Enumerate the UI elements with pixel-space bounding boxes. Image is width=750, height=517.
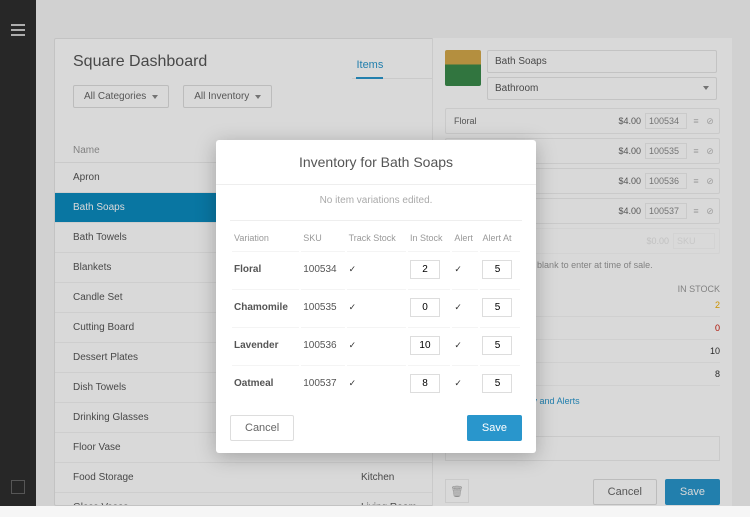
alert-checkbox[interactable]	[454, 264, 464, 274]
alert-at-input[interactable]	[482, 298, 512, 317]
track-stock-checkbox[interactable]	[349, 302, 359, 312]
col-alertat: Alert At	[480, 223, 520, 249]
in-stock-input[interactable]	[410, 336, 440, 355]
inventory-modal: Inventory for Bath Soaps No item variati…	[216, 140, 536, 453]
inventory-row: Chamomile100535	[232, 289, 520, 325]
col-sku: SKU	[301, 223, 344, 249]
inventory-row: Floral100534	[232, 251, 520, 287]
inventory-row: Oatmeal100537	[232, 365, 520, 401]
alert-checkbox[interactable]	[454, 378, 464, 388]
modal-subtitle: No item variations edited.	[230, 185, 522, 221]
track-stock-checkbox[interactable]	[349, 340, 359, 350]
col-alert: Alert	[452, 223, 478, 249]
alert-at-input[interactable]	[482, 260, 512, 279]
modal-save-button[interactable]: Save	[467, 415, 522, 441]
in-stock-input[interactable]	[410, 374, 440, 393]
alert-checkbox[interactable]	[454, 302, 464, 312]
track-stock-checkbox[interactable]	[349, 264, 359, 274]
inventory-row: Lavender100536	[232, 327, 520, 363]
col-variation: Variation	[232, 223, 299, 249]
modal-cancel-button[interactable]: Cancel	[230, 415, 294, 441]
alert-checkbox[interactable]	[454, 340, 464, 350]
alert-at-input[interactable]	[482, 336, 512, 355]
alert-at-input[interactable]	[482, 374, 512, 393]
in-stock-input[interactable]	[410, 298, 440, 317]
modal-title: Inventory for Bath Soaps	[216, 140, 536, 185]
in-stock-input[interactable]	[410, 260, 440, 279]
col-track: Track Stock	[347, 223, 406, 249]
track-stock-checkbox[interactable]	[349, 378, 359, 388]
col-instock: In Stock	[408, 223, 450, 249]
